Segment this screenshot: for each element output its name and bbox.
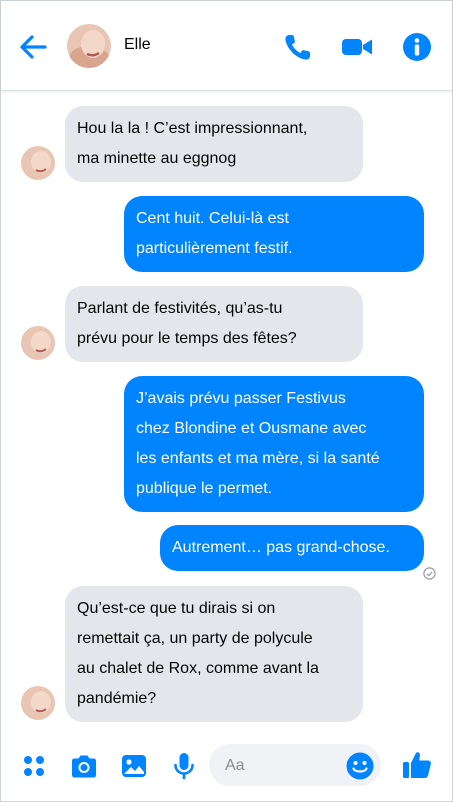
contact-avatar[interactable] bbox=[67, 24, 111, 68]
message-line: prévu pour le temps des fêtes? bbox=[77, 330, 297, 347]
message-line: Cent huit. Celui-là est bbox=[136, 210, 289, 227]
messenger-window: Elle Hou la la ! C’est impressionnant, m… bbox=[0, 0, 453, 802]
message-line: particulièrement festif. bbox=[136, 240, 293, 257]
message-line: ma minette au eggnog bbox=[77, 150, 237, 167]
incoming-message[interactable]: Qu’est-ce que tu dirais si on remettait … bbox=[65, 586, 363, 722]
contact-name[interactable]: Elle bbox=[124, 36, 151, 54]
back-arrow-icon[interactable] bbox=[15, 29, 51, 65]
message-input-placeholder: Aa bbox=[225, 757, 245, 774]
incoming-message[interactable]: Parlant de festivités, qu’as-tu prévu po… bbox=[65, 286, 363, 362]
message-line: Hou la la ! C’est impressionnant, bbox=[77, 120, 308, 137]
incoming-message[interactable]: Hou la la ! C’est impressionnant, ma min… bbox=[65, 106, 363, 182]
message-line: pandémie? bbox=[77, 690, 157, 707]
camera-icon[interactable] bbox=[69, 751, 99, 781]
outgoing-message[interactable]: Autrement… pas grand-chose. bbox=[160, 525, 424, 571]
info-icon[interactable] bbox=[401, 31, 433, 63]
contact-avatar-small bbox=[21, 686, 55, 720]
image-icon[interactable] bbox=[119, 751, 149, 781]
video-camera-icon[interactable] bbox=[341, 31, 373, 63]
message-line: remettait ça, un party de polycule bbox=[77, 630, 313, 647]
contact-avatar-small bbox=[21, 146, 55, 180]
outgoing-message[interactable]: J’avais prévu passer Festivus chez Blond… bbox=[124, 376, 424, 512]
message-line: J’avais prévu passer Festivus bbox=[136, 390, 346, 407]
message-line: Parlant de festivités, qu’as-tu bbox=[77, 300, 283, 317]
microphone-icon[interactable] bbox=[169, 751, 199, 781]
message-line: au chalet de Rox, comme avant la bbox=[77, 660, 319, 677]
outgoing-message[interactable]: Cent huit. Celui-là est particulièrement… bbox=[124, 196, 424, 272]
delivered-check-icon bbox=[423, 567, 436, 580]
thumbs-up-icon[interactable] bbox=[401, 749, 433, 781]
message-line: Autrement… pas grand-chose. bbox=[172, 539, 390, 556]
message-line: publique le permet. bbox=[136, 480, 273, 497]
chat-header: Elle bbox=[1, 1, 452, 91]
phone-icon[interactable] bbox=[282, 31, 314, 63]
message-line: les enfants et ma mère, si la santé bbox=[136, 450, 380, 467]
contact-avatar-small bbox=[21, 326, 55, 360]
apps-grid-icon[interactable] bbox=[19, 751, 49, 781]
message-line: Qu’est-ce que tu dirais si on bbox=[77, 600, 276, 617]
emoji-icon[interactable] bbox=[345, 751, 375, 781]
message-line: chez Blondine et Ousmane avec bbox=[136, 420, 367, 437]
